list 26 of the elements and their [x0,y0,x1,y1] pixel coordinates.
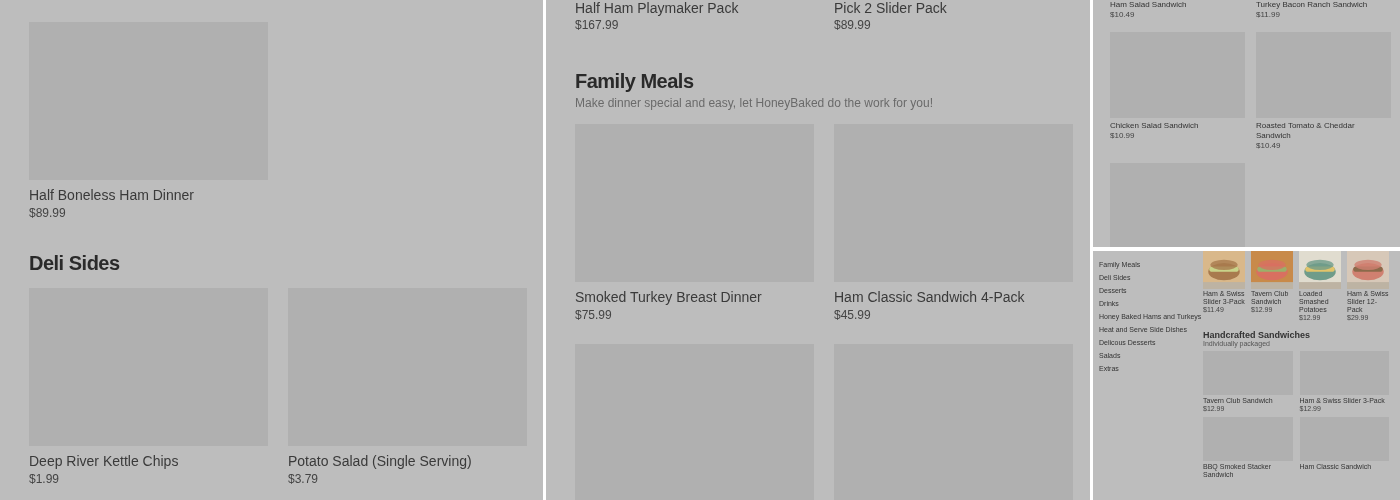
item-name[interactable]: Roasted Tomato & Cheddar Sandwich [1256,121,1391,141]
section-heading: Handcrafted Sandwiches [1203,330,1312,340]
item-price: $167.99 [575,17,620,34]
item-name[interactable]: Chicken Salad Sandwich [1110,121,1245,131]
item-name[interactable]: Ham Salad Sandwich [1110,0,1245,10]
item-name[interactable]: Smoked Turkey Breast Dinner [575,288,814,307]
item-price: $10.99 [1110,131,1136,141]
item-name[interactable]: Pick 2 Slider Pack [834,0,1073,16]
item-price: $10.49 [1110,10,1136,20]
item-price: $1.99 [29,471,61,488]
item-name[interactable]: Half Ham Playmaker Pack [575,0,814,16]
item-price: $75.99 [575,307,613,324]
section-subtitle: Make dinner special and easy, let HoneyBaked do the work for you! [575,95,934,112]
item-name[interactable]: Ham Classic Sandwich 4-Pack [834,288,1073,307]
section-heading: Family Meals [575,69,695,94]
section-heading: Deli Sides [29,251,121,276]
item-price: $89.99 [29,205,67,222]
item-price: $3.79 [288,471,320,488]
item-price: $11.99 [1256,10,1281,20]
item-name[interactable]: Deep River Kettle Chips [29,452,268,471]
item-name[interactable]: Half Boneless Ham Dinner [29,186,268,205]
item-price: $45.99 [834,307,872,324]
item-price: $10.49 [1256,141,1282,151]
item-price: $89.99 [834,17,872,34]
item-name[interactable]: Turkey Bacon Ranch Sandwich [1256,0,1391,10]
item-name[interactable]: Potato Salad (Single Serving) [288,452,527,471]
